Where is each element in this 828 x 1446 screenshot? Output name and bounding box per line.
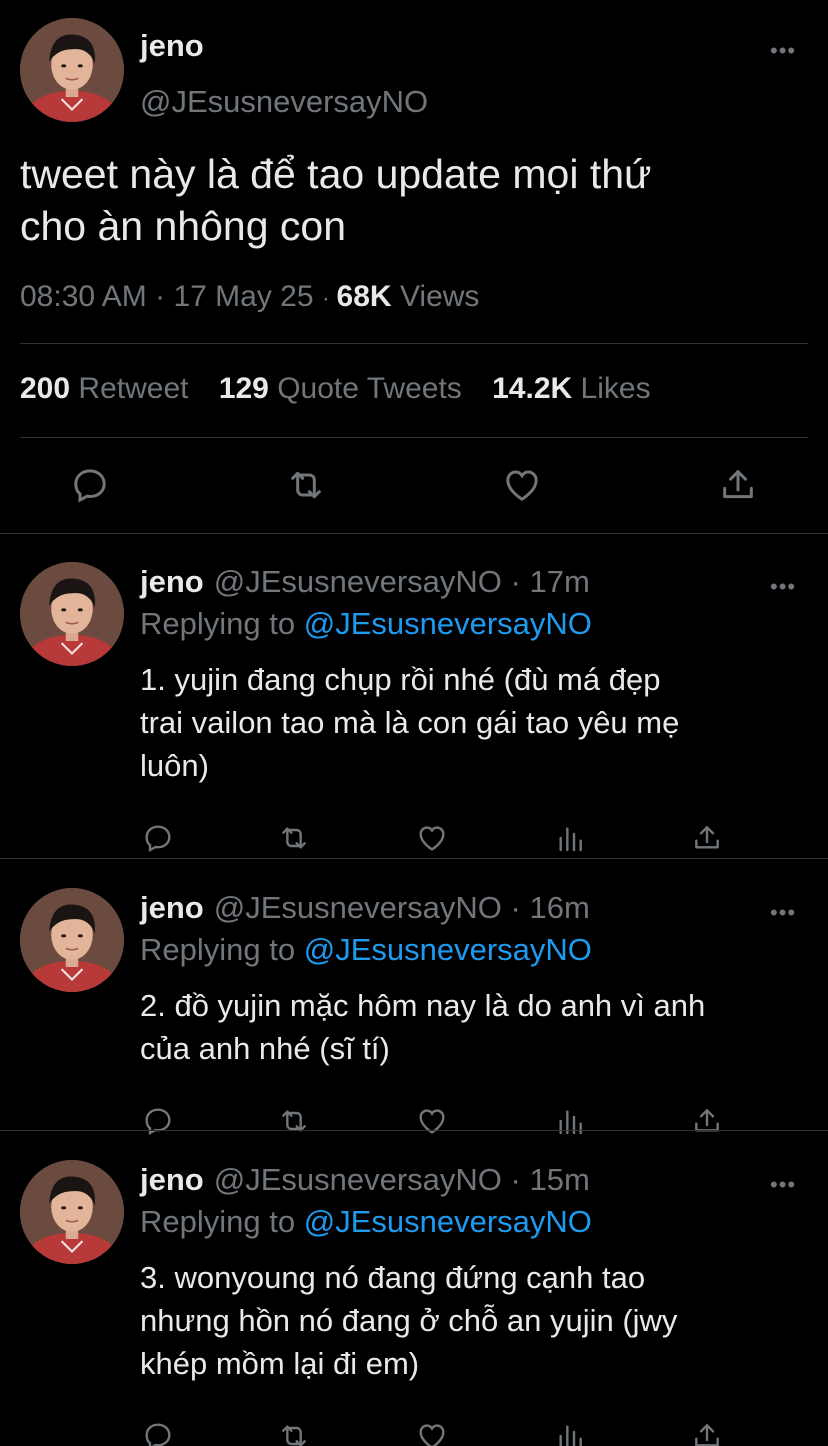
like-icon[interactable] [416,822,448,854]
retweet-stat[interactable]: 200 Retweet [20,372,188,405]
divider [20,343,808,344]
meta-separator: · [501,890,530,925]
avatar[interactable] [20,888,124,992]
mention-link[interactable]: @JEsusneversayNO [304,932,592,967]
reply-header: jeno @JEsusneversayNO · 16m [140,890,590,926]
reply-text-line: nhưng hồn nó đang ở chỗ an yujin (jwy [140,1303,678,1338]
mention-link[interactable]: @JEsusneversayNO [304,1204,592,1239]
like-icon[interactable] [502,465,542,505]
reply-header: jeno @JEsusneversayNO · 15m [140,1162,590,1198]
tweet-text: tweet này là để tao update mọi thứ cho à… [20,148,810,252]
more-horizontal-icon[interactable]: ••• [770,576,796,598]
reply-text: 3. wonyoung nó đang đứng cạnh tao nhưng h… [140,1256,805,1385]
share-icon[interactable] [691,1420,723,1446]
quote-count: 129 [218,372,269,405]
main-tweet: jeno @JEsusneversayNO ••• tweet này là đ… [0,0,828,533]
views-label: Views [399,280,480,313]
author-name[interactable]: jeno [140,890,204,925]
tweet-text-line: cho àn nhông con [20,203,346,249]
meta-separator: · [321,285,337,312]
meta-separator: · [501,564,530,599]
reply-tweet[interactable]: jeno @JEsusneversayNO · 15m ••• Replying to… [0,1132,828,1446]
reply-icon[interactable] [142,822,174,854]
reply-text-line: của anh nhé (sĩ tí) [140,1031,390,1066]
replying-to: Replying to @JEsusneversayNO [140,932,592,968]
reply-icon[interactable] [70,465,110,505]
more-horizontal-icon[interactable]: ••• [770,40,796,62]
reply-text-line: luôn) [140,748,209,783]
reply-text-line: khép mồm lại đi em) [140,1346,420,1381]
avatar[interactable] [20,562,124,666]
author-handle[interactable]: @JEsusneversayNO [214,1162,502,1197]
like-label: Likes [580,372,651,405]
reply-icon[interactable] [142,1420,174,1446]
reply-text-line: 1. yujin đang chụp rồi nhé (đù má đẹp [140,662,661,697]
divider [20,437,808,438]
mention-link[interactable]: @JEsusneversayNO [304,606,592,641]
author-handle[interactable]: @JEsusneversayNO [214,564,502,599]
retweet-label: Retweet [78,372,189,405]
meta-separator: · [155,280,174,313]
avatar[interactable] [20,1160,124,1264]
meta-separator: · [501,1162,530,1197]
analytics-icon[interactable] [554,1420,586,1446]
divider [0,1130,828,1131]
tweet-thread-page: jeno @JEsusneversayNO ••• tweet này là đ… [0,0,828,1446]
reply-tweet[interactable]: jeno @JEsusneversayNO · 17m ••• Replying to… [0,534,828,859]
views-count: 68K [336,280,392,313]
like-icon[interactable] [416,1420,448,1446]
tweet-text-line: tweet này là để tao update mọi thứ [20,151,652,197]
avatar-image [20,18,124,122]
tweet-meta: 08:30 AM · 17 May 25 · 68K Views [20,280,479,314]
reply-text-line: trai vailon tao mà là con gái tao yêu mẹ [140,705,680,740]
reply-time[interactable]: 15m [529,1162,589,1197]
avatar[interactable] [20,18,124,122]
tweet-time[interactable]: 08:30 AM [20,280,147,313]
author-handle[interactable]: @JEsusneversayNO [140,84,428,120]
retweet-icon[interactable] [286,465,326,505]
retweet-icon[interactable] [278,822,310,854]
reply-time[interactable]: 16m [529,890,589,925]
retweet-icon[interactable] [278,1420,310,1446]
more-horizontal-icon[interactable]: ••• [770,902,796,924]
analytics-icon[interactable] [554,822,586,854]
reply-text-line: 2. đồ yujin mặc hôm nay là do anh vì anh [140,988,706,1023]
author-name[interactable]: jeno [140,1162,204,1197]
tweet-stats: 200 Retweet 129 Quote Tweets 14.2K Likes [20,372,673,406]
reply-header: jeno @JEsusneversayNO · 17m [140,564,590,600]
reply-time[interactable]: 17m [529,564,589,599]
replying-label: Replying to [140,932,296,967]
reply-text: 1. yujin đang chụp rồi nhé (đù má đẹp tra… [140,658,805,787]
tweet-date[interactable]: 17 May 25 [173,280,313,313]
reply-tweet[interactable]: jeno @JEsusneversayNO · 16m ••• Replying to… [0,860,828,1136]
reply-text-line: 3. wonyoung nó đang đứng cạnh tao [140,1260,646,1295]
replying-label: Replying to [140,1204,296,1239]
quote-stat[interactable]: 129 Quote Tweets [219,372,462,405]
more-horizontal-icon[interactable]: ••• [770,1174,796,1196]
author-name[interactable]: jeno [140,28,204,64]
divider [0,858,828,859]
quote-label: Quote Tweets [277,372,462,405]
like-stat[interactable]: 14.2K Likes [492,372,650,405]
author-handle[interactable]: @JEsusneversayNO [214,890,502,925]
replying-to: Replying to @JEsusneversayNO [140,606,592,642]
replying-label: Replying to [140,606,296,641]
replying-to: Replying to @JEsusneversayNO [140,1204,592,1240]
share-icon[interactable] [691,822,723,854]
like-count: 14.2K [492,372,573,405]
share-icon[interactable] [718,465,758,505]
retweet-count: 200 [20,372,71,405]
reply-text: 2. đồ yujin mặc hôm nay là do anh vì anh… [140,984,805,1070]
author-name[interactable]: jeno [140,564,204,599]
